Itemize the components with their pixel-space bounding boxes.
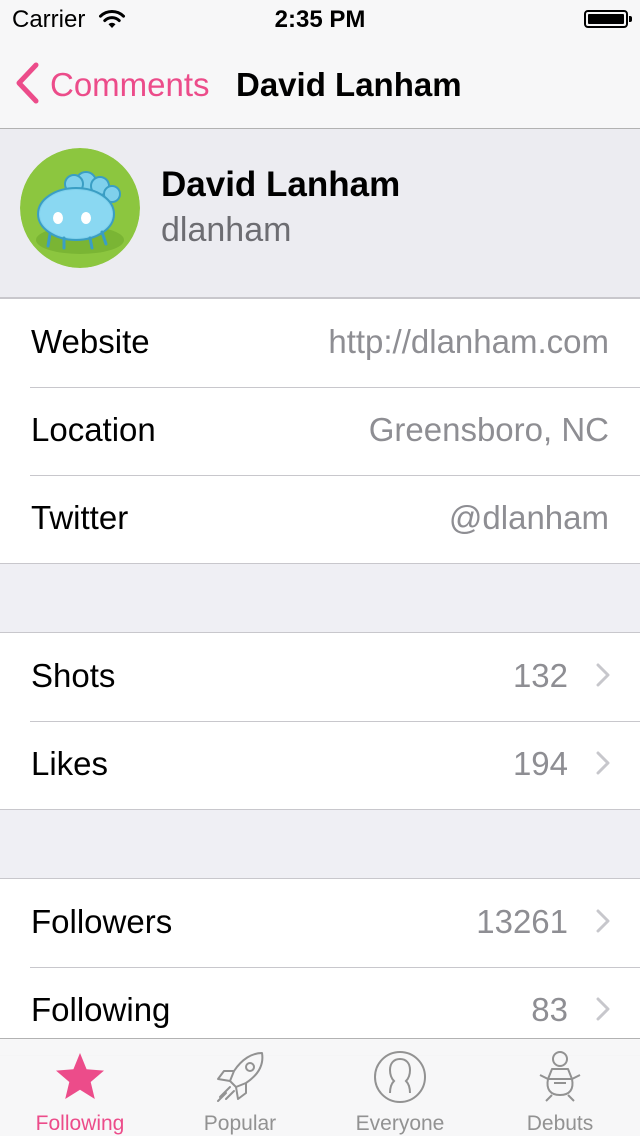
tab-following[interactable]: Following — [0, 1039, 160, 1136]
following-count: 83 — [531, 991, 568, 1028]
row-label: Twitter — [31, 499, 129, 536]
tab-debuts[interactable]: Debuts — [480, 1039, 640, 1136]
status-bar: Carrier 2:35 PM — [0, 0, 640, 40]
info-group: Website http://dlanham.com Location Gree… — [0, 298, 640, 564]
profile-name: David Lanham — [161, 165, 401, 204]
location-value: Greensboro, NC — [368, 411, 609, 448]
rocket-icon — [212, 1049, 268, 1105]
location-row: Location Greensboro, NC — [0, 387, 640, 475]
row-label: Website — [31, 323, 150, 360]
website-row[interactable]: Website http://dlanham.com — [0, 299, 640, 387]
profile-screen: Carrier 2:35 PM Comments David Lanham Da… — [0, 0, 640, 1136]
followers-count: 13261 — [476, 903, 568, 940]
tab-label: Popular — [203, 1112, 277, 1135]
followers-row[interactable]: Followers 13261 — [0, 879, 640, 967]
row-label: Following — [31, 991, 171, 1028]
tab-label: Following — [35, 1112, 125, 1135]
star-icon — [52, 1049, 108, 1105]
chevron-left-icon — [14, 62, 40, 109]
twitter-value[interactable]: @dlanham — [449, 499, 609, 537]
chevron-right-icon — [596, 751, 610, 775]
tab-label: Everyone — [355, 1112, 445, 1135]
row-label: Location — [31, 411, 156, 448]
avatar[interactable] — [20, 148, 140, 268]
twitter-row[interactable]: Twitter @dlanham — [0, 475, 640, 563]
baby-icon — [532, 1049, 588, 1105]
person-circle-icon — [372, 1049, 428, 1105]
chevron-right-icon — [596, 909, 610, 933]
profile-header: David Lanham dlanham — [0, 129, 640, 298]
likes-count: 194 — [512, 745, 568, 782]
website-value[interactable]: http://dlanham.com — [328, 323, 609, 361]
back-button[interactable]: Comments — [14, 62, 210, 108]
chevron-right-icon — [596, 997, 610, 1021]
tab-everyone[interactable]: Everyone — [320, 1039, 480, 1136]
tab-bar: Following Popular Everyone Debuts — [0, 1038, 640, 1136]
navigation-bar: Carrier 2:35 PM Comments David Lanham — [0, 0, 640, 129]
shots-count: 132 — [512, 657, 568, 694]
battery-icon — [584, 10, 632, 28]
tab-label: Debuts — [526, 1112, 594, 1135]
shots-group: Shots 132 Likes 194 — [0, 632, 640, 810]
row-label: Likes — [31, 745, 109, 782]
shots-row[interactable]: Shots 132 — [0, 633, 640, 721]
row-label: Shots — [31, 657, 116, 694]
tab-popular[interactable]: Popular — [160, 1039, 320, 1136]
row-label: Followers — [31, 903, 173, 940]
chevron-right-icon — [596, 663, 610, 687]
social-group: Followers 13261 Following 83 — [0, 878, 640, 1056]
back-button-label: Comments — [50, 66, 210, 103]
profile-username: dlanham — [161, 211, 292, 249]
page-title: David Lanham — [236, 66, 462, 103]
likes-row[interactable]: Likes 194 — [0, 721, 640, 809]
status-time: 2:35 PM — [274, 6, 366, 33]
